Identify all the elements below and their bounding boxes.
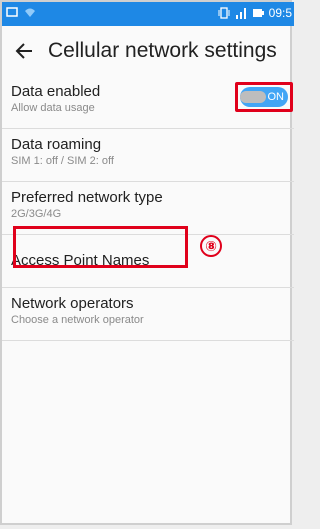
settings-list: Data enabled Allow data usage ON Data ro… [2,76,294,341]
setting-subtitle: 2G/3G/4G [11,208,62,220]
setting-data-roaming[interactable]: Data roaming SIM 1: off / SIM 2: off [2,129,294,182]
wifi-icon [25,8,35,17]
setting-subtitle: Choose a network operator [11,314,144,326]
setting-subtitle: SIM 1: off / SIM 2: off [11,155,114,167]
data-enabled-toggle[interactable]: ON [235,82,293,112]
arrow-back-icon[interactable] [4,31,44,71]
status-bar: 09:5 [2,2,294,26]
access-point-highlight-box [13,226,188,268]
app-toolbar: Cellular network settings [2,26,294,76]
step-number-badge: ⑧ [200,235,222,257]
page-title: Cellular network settings [48,39,277,62]
toggle-track [240,91,266,103]
vibrate-icon [218,7,230,19]
toggle-state-label: ON [267,91,285,103]
status-time: 09:5 [268,6,292,20]
setting-title: Preferred network type [11,189,163,206]
signal-icon [235,8,246,19]
phone-screen: 09:5 Cellular network settings Data enab… [0,0,294,525]
setting-title: Data roaming [11,136,102,153]
setting-title: Network operators [11,295,134,312]
setting-data-enabled[interactable]: Data enabled Allow data usage ON [2,76,294,129]
toggle-switch[interactable]: ON [240,87,288,107]
battery-icon [252,9,264,17]
setting-network-operators[interactable]: Network operators Choose a network opera… [2,288,294,341]
screen-icon [6,7,18,17]
